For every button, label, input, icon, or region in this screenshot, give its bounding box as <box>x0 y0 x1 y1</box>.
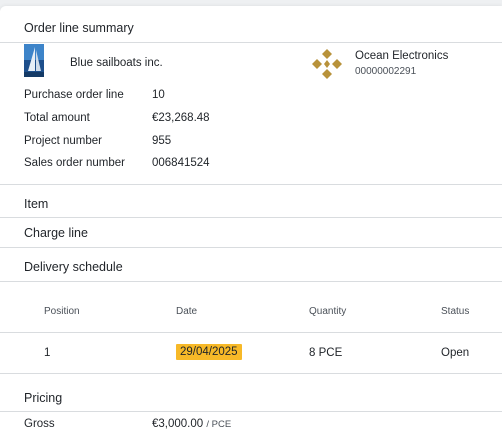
info-label: Sales order number <box>24 157 125 169</box>
pricing-gross-value: €3,000.00 / PCE <box>152 418 231 430</box>
vendor-name: Blue sailboats inc. <box>70 57 163 69</box>
section-item-label: Item <box>24 197 49 211</box>
info-value: €23,268.48 <box>152 112 210 124</box>
cell-quantity: 8 PCE <box>309 347 343 359</box>
section-item[interactable]: Item <box>0 190 502 218</box>
pricing-gross-label: Gross <box>24 418 55 430</box>
section-charge-line[interactable]: Charge line <box>0 219 502 248</box>
info-label: Project number <box>24 135 102 147</box>
order-line-summary-header: Order line summary <box>0 14 502 43</box>
section-pricing[interactable]: Pricing <box>0 384 502 412</box>
table-row[interactable]: 1 8 PCE Open <box>0 333 502 373</box>
cell-status: Open <box>441 347 470 359</box>
sailboat-logo-icon <box>24 44 44 77</box>
cell-date-highlighted: 29/04/2025 <box>176 344 242 360</box>
column-header-status[interactable]: Status <box>441 306 469 317</box>
customer-id: 00000002291 <box>355 66 417 77</box>
info-value: 10 <box>152 89 165 101</box>
info-value: 006841524 <box>152 157 210 169</box>
info-label: Total amount <box>24 112 90 124</box>
table-row-divider <box>0 373 502 374</box>
info-label: Purchase order line <box>24 89 124 101</box>
column-header-quantity[interactable]: Quantity <box>309 306 346 317</box>
section-delivery-schedule[interactable]: Delivery schedule <box>0 253 502 282</box>
section-delivery-schedule-label: Delivery schedule <box>24 260 123 274</box>
order-line-summary-title: Order line summary <box>24 21 134 35</box>
cell-position: 1 <box>44 347 51 359</box>
section-pricing-label: Pricing <box>24 391 63 405</box>
column-header-position[interactable]: Position <box>44 306 80 317</box>
divider <box>0 184 502 185</box>
diamond-cluster-logo-icon <box>309 47 345 81</box>
column-header-date[interactable]: Date <box>176 306 197 317</box>
pricing-gross-amount: €3,000.00 <box>152 418 204 430</box>
pricing-gross-unit: / PCE <box>206 419 232 430</box>
info-value: 955 <box>152 135 172 147</box>
section-charge-line-label: Charge line <box>24 226 88 240</box>
customer-name: Ocean Electronics <box>355 50 449 62</box>
